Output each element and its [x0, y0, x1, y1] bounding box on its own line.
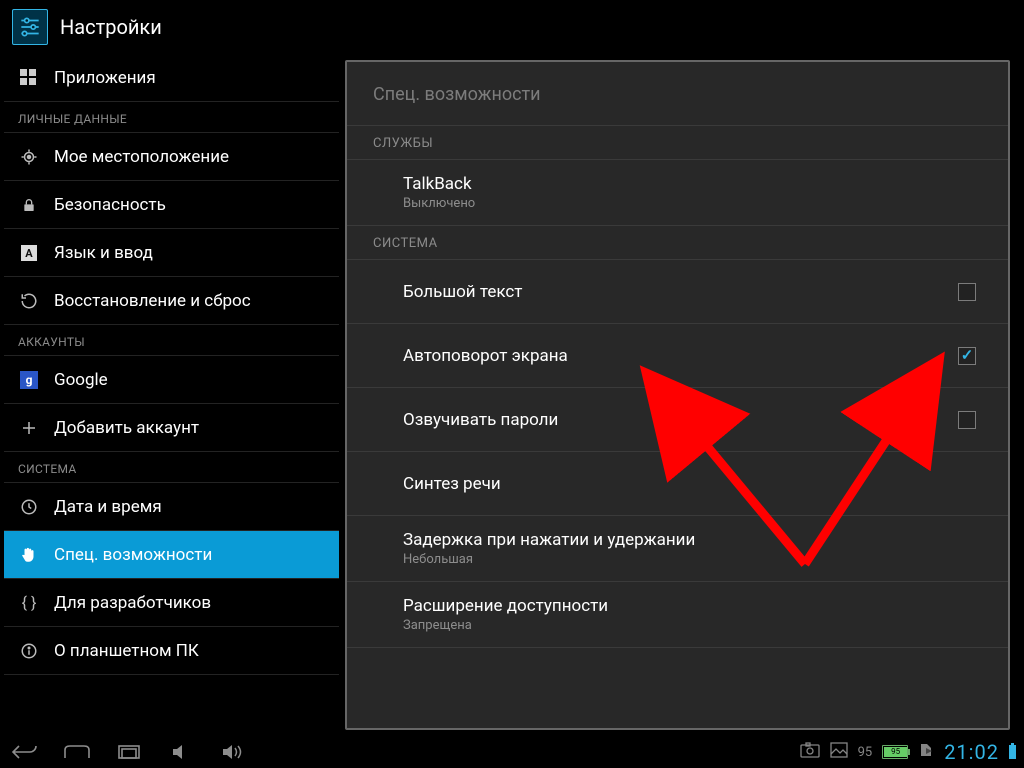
item-large-text[interactable]: Большой текст — [347, 260, 1008, 324]
item-speak-passwords[interactable]: Озвучивать пароли — [347, 388, 1008, 452]
settings-sidebar: Приложения ЛИЧНЫЕ ДАННЫЕ Мое местоположе… — [4, 54, 339, 736]
apps-icon — [18, 67, 40, 89]
location-icon — [18, 146, 40, 168]
sidebar-item-label: Восстановление и сброс — [54, 291, 251, 311]
sidebar-item-label: Приложения — [54, 68, 156, 88]
item-title: Автоповорот экрана — [403, 346, 958, 366]
item-talkback[interactable]: TalkBack Выключено — [347, 160, 1008, 226]
language-icon: A — [18, 242, 40, 264]
item-title: Большой текст — [403, 282, 958, 302]
sidebar-item-label: Google — [54, 370, 108, 390]
sidebar-item-label: Дата и время — [54, 497, 162, 517]
item-touch-delay[interactable]: Задержка при нажатии и удержании Небольш… — [347, 516, 1008, 582]
sidebar-item-language[interactable]: A Язык и ввод — [4, 229, 339, 277]
panel-title: Спец. возможности — [347, 62, 1008, 126]
recent-button[interactable] — [112, 741, 146, 763]
sidebar-item-backup[interactable]: Восстановление и сброс — [4, 277, 339, 325]
section-services: СЛУЖБЫ — [347, 126, 1008, 160]
checkbox[interactable] — [958, 283, 976, 301]
svg-text:A: A — [25, 247, 33, 260]
sidebar-category-personal: ЛИЧНЫЕ ДАННЫЕ — [4, 102, 339, 133]
item-title: Задержка при нажатии и удержании — [403, 530, 976, 550]
sidebar-item-add-account[interactable]: Добавить аккаунт — [4, 404, 339, 452]
back-button[interactable] — [8, 741, 42, 763]
svg-text:g: g — [26, 373, 33, 387]
sidebar-item-label: Для разработчиков — [54, 593, 211, 613]
item-subtitle: Выключено — [403, 196, 976, 211]
volume-down-button[interactable] — [164, 741, 198, 763]
section-system: СИСТЕМА — [347, 226, 1008, 260]
sdcard-icon — [918, 742, 934, 762]
sidebar-category-system: СИСТЕМА — [4, 452, 339, 483]
clock-icon — [18, 496, 40, 518]
item-subtitle: Запрещена — [403, 618, 976, 633]
title-bar: Настройки — [0, 0, 1024, 54]
home-button[interactable] — [60, 741, 94, 763]
volume-up-button[interactable] — [216, 741, 250, 763]
item-title: Расширение доступности — [403, 596, 976, 616]
battery-percent: 95 — [858, 745, 873, 760]
item-title: TalkBack — [403, 174, 976, 194]
sidebar-category-accounts: АККАУНТЫ — [4, 325, 339, 356]
lock-icon — [18, 194, 40, 216]
item-title: Озвучивать пароли — [403, 410, 958, 430]
settings-app-icon — [12, 9, 48, 45]
sidebar-item-about[interactable]: О планшетном ПК — [4, 627, 339, 675]
plus-icon — [18, 417, 40, 439]
checkbox[interactable] — [958, 411, 976, 429]
item-enhance-accessibility[interactable]: Расширение доступности Запрещена — [347, 582, 1008, 648]
info-icon — [18, 640, 40, 662]
accessibility-panel: Спец. возможности СЛУЖБЫ TalkBack Выключ… — [345, 60, 1010, 730]
clock[interactable]: 21:02 — [944, 740, 999, 764]
item-subtitle: Небольшая — [403, 552, 976, 567]
sidebar-item-accessibility[interactable]: Спец. возможности — [4, 531, 339, 579]
sidebar-item-datetime[interactable]: Дата и время — [4, 483, 339, 531]
screenshot-icon[interactable] — [800, 742, 820, 762]
sidebar-item-label: Безопасность — [54, 195, 166, 215]
system-navbar: 95 95 21:02 — [0, 736, 1024, 768]
battery-icon: 95 — [882, 745, 908, 759]
braces-icon: { } — [18, 592, 40, 614]
sidebar-item-apps[interactable]: Приложения — [4, 54, 339, 102]
checkbox[interactable] — [958, 347, 976, 365]
sidebar-item-location[interactable]: Мое местоположение — [4, 133, 339, 181]
item-tts[interactable]: Синтез речи — [347, 452, 1008, 516]
google-icon: g — [18, 369, 40, 391]
item-title: Синтез речи — [403, 474, 976, 494]
sidebar-item-label: Спец. возможности — [54, 545, 212, 565]
sidebar-item-google[interactable]: g Google — [4, 356, 339, 404]
sidebar-item-label: О планшетном ПК — [54, 641, 199, 661]
sidebar-item-developer[interactable]: { } Для разработчиков — [4, 579, 339, 627]
sidebar-item-security[interactable]: Безопасность — [4, 181, 339, 229]
hand-icon — [18, 544, 40, 566]
restore-icon — [18, 290, 40, 312]
item-autorotate[interactable]: Автоповорот экрана — [347, 324, 1008, 388]
sidebar-item-label: Язык и ввод — [54, 243, 153, 263]
gallery-icon[interactable] — [830, 742, 848, 762]
app-title: Настройки — [60, 15, 162, 39]
sidebar-item-label: Мое местоположение — [54, 147, 229, 167]
battery-small-icon — [1009, 745, 1016, 759]
sidebar-item-label: Добавить аккаунт — [54, 418, 199, 438]
